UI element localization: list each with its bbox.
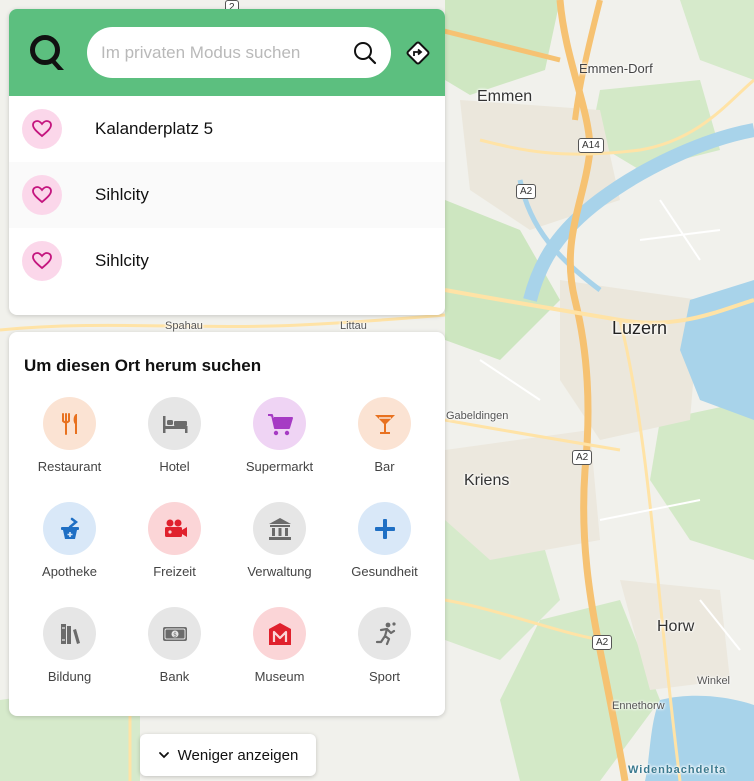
category-apotheke[interactable]: Apotheke	[17, 500, 122, 605]
motorway-shield-a2: A2	[592, 635, 613, 650]
map-label-horw: Horw	[657, 618, 695, 635]
bed-icon	[148, 397, 201, 450]
category-label: Bank	[159, 669, 190, 684]
fork-knife-icon	[43, 397, 96, 450]
motorway-shield-a2: A2	[572, 450, 593, 465]
search-panel: Kalanderplatz 5 Sihlcity Sihlcity	[9, 9, 445, 315]
category-restaurant[interactable]: Restaurant	[17, 395, 122, 500]
map-label-emmen-dorf: Emmen-Dorf	[579, 61, 653, 76]
museum-icon	[253, 607, 306, 660]
heart-icon	[22, 109, 62, 149]
chevron-down-icon	[158, 752, 169, 759]
category-bank[interactable]: $ Bank	[122, 605, 227, 710]
map-label-littau: Littau	[340, 320, 367, 332]
category-museum[interactable]: Museum	[227, 605, 332, 710]
category-label: Restaurant	[37, 459, 102, 474]
favorite-item[interactable]: Sihlcity	[9, 162, 445, 228]
map-label-gabeldingen: Gabeldingen	[446, 410, 509, 422]
category-label: Supermarkt	[245, 459, 314, 474]
favorite-label: Kalanderplatz 5	[95, 119, 214, 138]
cart-icon	[253, 397, 306, 450]
heart-icon	[22, 175, 62, 215]
heart-icon	[22, 241, 62, 281]
category-label: Freizeit	[153, 564, 196, 579]
favorite-label: Sihlcity	[95, 185, 149, 204]
category-supermarkt[interactable]: Supermarkt	[227, 395, 332, 500]
show-less-label: Weniger anzeigen	[177, 746, 299, 764]
search-box[interactable]	[87, 27, 391, 78]
show-less-button[interactable]: Weniger anzeigen	[140, 734, 316, 776]
category-freizeit[interactable]: Freizeit	[122, 500, 227, 605]
search-icon[interactable]	[353, 41, 377, 65]
svg-text:$: $	[173, 631, 177, 638]
map-label-emmen: Emmen	[477, 88, 533, 105]
category-label: Apotheke	[42, 564, 97, 579]
plus-icon	[358, 502, 411, 555]
cocktail-icon	[358, 397, 411, 450]
category-verwaltung[interactable]: Verwaltung	[227, 500, 332, 605]
categories-grid: Restaurant Hotel Supermarkt Bar Apotheke…	[17, 395, 437, 710]
nearby-categories-panel: Um diesen Ort herum suchen Restaurant Ho…	[9, 332, 445, 716]
category-label: Gesundheit	[351, 564, 418, 579]
map-label-widenbachdelta: Widenbachdelta	[628, 764, 727, 776]
favorite-label: Sihlcity	[95, 251, 149, 270]
search-input[interactable]	[101, 27, 351, 78]
map-label-kriens: Kriens	[464, 472, 510, 489]
category-label: Verwaltung	[247, 564, 312, 579]
directions-icon[interactable]	[405, 40, 431, 66]
favorite-item[interactable]: Kalanderplatz 5	[9, 96, 445, 162]
map-label-luzern: Luzern	[612, 318, 668, 338]
category-label: Hotel	[159, 459, 190, 474]
qwant-logo-icon[interactable]	[28, 33, 66, 75]
category-label: Bildung	[47, 669, 92, 684]
search-header	[9, 9, 445, 96]
category-gesundheit[interactable]: Gesundheit	[332, 500, 437, 605]
category-sport[interactable]: Sport	[332, 605, 437, 710]
banknote-icon: $	[148, 607, 201, 660]
map-label-winkel: Winkel	[697, 675, 731, 687]
category-hotel[interactable]: Hotel	[122, 395, 227, 500]
map-label-spahau: Spahau	[165, 320, 203, 332]
category-bar[interactable]: Bar	[332, 395, 437, 500]
category-bildung[interactable]: Bildung	[17, 605, 122, 710]
favorite-item[interactable]: Sihlcity	[9, 228, 445, 294]
mortar-pestle-icon	[43, 502, 96, 555]
motorway-shield-a14: A14	[578, 138, 604, 153]
map-label-ennethorw: Ennethorw	[612, 700, 665, 712]
runner-icon	[358, 607, 411, 660]
camera-icon	[148, 502, 201, 555]
government-building-icon	[253, 502, 306, 555]
category-label: Museum	[254, 669, 305, 684]
motorway-shield-a2: A2	[516, 184, 537, 199]
books-icon	[43, 607, 96, 660]
categories-title: Um diesen Ort herum suchen	[24, 356, 262, 375]
category-label: Sport	[368, 669, 401, 684]
category-label: Bar	[374, 459, 395, 474]
